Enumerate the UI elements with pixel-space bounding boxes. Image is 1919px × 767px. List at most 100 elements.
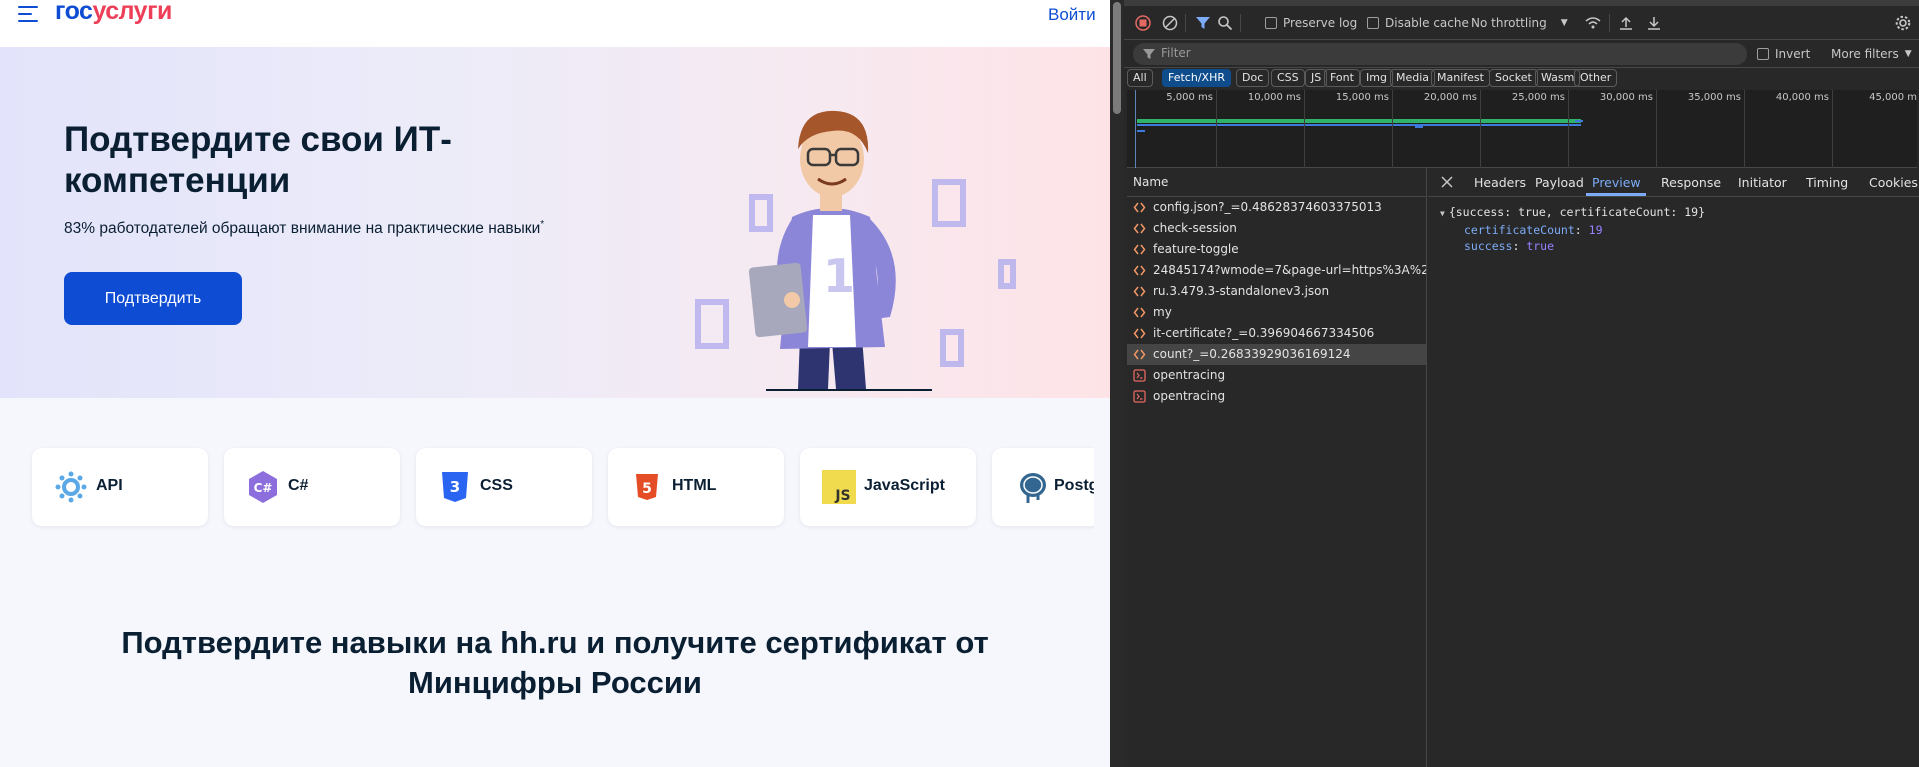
confirm-button[interactable]: Подтвердить — [64, 272, 242, 325]
request-row[interactable]: opentracing — [1127, 386, 1426, 407]
skill-label: JavaScript — [864, 477, 945, 494]
section-title: Подтвердите навыки на hh.ru и получите с… — [121, 625, 989, 700]
json-preview: ▼ {success: true, certificateCount: 19} c… — [1440, 204, 1705, 254]
skill-card-css[interactable]: 3 CSS — [416, 448, 592, 526]
page-scrollbar[interactable] — [1110, 0, 1124, 767]
type-filter-img[interactable]: Img — [1360, 69, 1393, 87]
skill-card-csharp[interactable]: C# C# — [224, 448, 400, 526]
skill-card-postgresql[interactable]: Postg — [992, 448, 1110, 526]
timeline-tick-label: 45,000 m — [1869, 92, 1917, 103]
name-column-header[interactable]: Name — [1127, 168, 1426, 197]
throttling-select[interactable]: No throttling ▼ — [1471, 15, 1568, 31]
more-filters-dropdown[interactable]: More filters ▼ — [1831, 46, 1912, 62]
api-icon — [55, 471, 87, 503]
javascript-icon: JS — [822, 470, 856, 504]
timeline-tick: 30,000 ms — [1600, 90, 1657, 168]
timeline-tick-label: 30,000 ms — [1599, 92, 1653, 103]
svg-text:C#: C# — [254, 481, 273, 495]
timeline-tick-label: 35,000 ms — [1687, 92, 1741, 103]
timeline-tick-label: 5,000 ms — [1166, 92, 1213, 103]
close-icon[interactable] — [1441, 176, 1453, 188]
request-list: Name config.json?_=0.48628374603375013ch… — [1127, 168, 1427, 767]
network-conditions-icon[interactable] — [1584, 15, 1602, 31]
gosuslugi-logo[interactable]: госуслуги — [55, 0, 172, 26]
timeline-start-marker — [1135, 90, 1136, 168]
type-filter-manifest[interactable]: Manifest — [1431, 69, 1490, 87]
request-name: opentracing — [1153, 389, 1226, 403]
type-filter-doc[interactable]: Doc — [1236, 69, 1270, 87]
expand-triangle-icon: ▼ — [1440, 209, 1445, 218]
request-name: config.json?_=0.48628374603375013 — [1153, 200, 1382, 214]
skill-card-api[interactable]: API — [32, 448, 208, 526]
web-page: госуслуги Войти Подтвердите свои ИТ-комп… — [0, 0, 1110, 767]
filter-icon[interactable] — [1195, 15, 1211, 31]
request-row[interactable]: ru.3.479.3-standalonev3.json — [1127, 281, 1426, 302]
request-name: count?_=0.26833929036169124 — [1153, 347, 1351, 361]
type-filter-socket[interactable]: Socket — [1489, 69, 1538, 87]
request-row[interactable]: 24845174?wmode=7&page-url=https%3A%2F%2.… — [1127, 260, 1426, 281]
request-row[interactable]: feature-toggle — [1127, 239, 1426, 260]
tab-payload[interactable]: Payload — [1535, 175, 1584, 190]
devtools-panel: Preserve log Disable cache No throttling… — [1124, 0, 1919, 767]
xhr-request-icon — [1133, 286, 1146, 297]
timeline-tick: 20,000 ms — [1424, 90, 1481, 168]
disable-cache-checkbox[interactable]: Disable cache — [1367, 15, 1469, 31]
type-filter-all[interactable]: All — [1127, 69, 1153, 87]
type-filter-fetchxhr[interactable]: Fetch/XHR — [1162, 69, 1231, 87]
timeline-tick: 25,000 ms — [1512, 90, 1569, 168]
search-icon[interactable] — [1217, 15, 1233, 31]
timeline-tick-label: 40,000 ms — [1775, 92, 1829, 103]
xhr-request-icon — [1133, 244, 1146, 255]
settings-gear-icon[interactable] — [1895, 15, 1911, 31]
scrollbar-thumb[interactable] — [1113, 2, 1121, 114]
filter-row: Filter Invert More filters ▼ — [1124, 40, 1919, 68]
import-har-icon[interactable] — [1618, 15, 1634, 31]
resource-type-filters: All Fetch/XHR Doc CSS JS Font Img Media Manifest… — [1124, 68, 1919, 90]
network-overview-timeline[interactable]: 5,000 ms 10,000 ms 15,000 ms 20,000 ms 25,00… — [1127, 90, 1917, 168]
type-filter-css[interactable]: CSS — [1271, 69, 1305, 87]
clear-icon[interactable] — [1162, 15, 1178, 31]
skill-card-javascript[interactable]: JS JavaScript — [800, 448, 976, 526]
timeline-tick: 5,000 ms — [1166, 90, 1217, 168]
skills-cutoff-mask — [1094, 438, 1110, 538]
invert-checkbox[interactable]: Invert — [1757, 46, 1810, 62]
request-row[interactable]: count?_=0.26833929036169124 — [1127, 344, 1426, 365]
preserve-log-checkbox[interactable]: Preserve log — [1265, 15, 1357, 31]
json-root-line[interactable]: ▼ {success: true, certificateCount: 19} — [1440, 204, 1705, 222]
request-name: it-certificate?_=0.396904667334506 — [1153, 326, 1375, 340]
request-name: ru.3.479.3-standalonev3.json — [1153, 284, 1330, 298]
request-row[interactable]: config.json?_=0.48628374603375013 — [1127, 197, 1426, 218]
skill-label: API — [96, 477, 123, 494]
tab-initiator[interactable]: Initiator — [1738, 175, 1787, 190]
tab-headers[interactable]: Headers — [1474, 175, 1526, 190]
menu-icon[interactable] — [18, 6, 38, 22]
type-filter-other[interactable]: Other — [1574, 69, 1618, 87]
request-row[interactable]: opentracing — [1127, 365, 1426, 386]
skill-label: C# — [288, 477, 309, 494]
html-icon: 5 — [636, 474, 658, 500]
timeline-bar-green — [1137, 119, 1581, 123]
type-filter-media[interactable]: Media — [1390, 69, 1436, 87]
skill-card-html[interactable]: 5 HTML — [608, 448, 784, 526]
timeline-tick: 40,000 ms — [1776, 90, 1833, 168]
tab-preview[interactable]: Preview — [1592, 175, 1641, 190]
request-row[interactable]: it-certificate?_=0.396904667334506 — [1127, 323, 1426, 344]
fetch-request-icon — [1133, 390, 1146, 403]
login-link[interactable]: Войти — [1048, 5, 1096, 25]
export-har-icon[interactable] — [1646, 15, 1662, 31]
request-detail-panel: Headers Payload Preview Response Initiator Ti… — [1428, 168, 1919, 767]
filter-input[interactable]: Filter — [1133, 43, 1747, 65]
site-header: госуслуги Войти — [0, 0, 1110, 47]
request-name: opentracing — [1153, 368, 1226, 382]
svg-text:1: 1 — [823, 249, 855, 303]
request-row[interactable]: my — [1127, 302, 1426, 323]
skills-section: API C# C# 3 CSS 5 HTML JS JavaScript Pos… — [0, 398, 1110, 767]
tab-response[interactable]: Response — [1661, 175, 1721, 190]
timeline-bar-small — [1137, 130, 1145, 132]
request-row[interactable]: check-session — [1127, 218, 1426, 239]
record-stop-icon[interactable] — [1135, 15, 1151, 31]
hero-banner: Подтвердите свои ИТ-компетенции 83% рабо… — [0, 47, 1110, 398]
type-filter-font[interactable]: Font — [1324, 69, 1360, 87]
tab-cookies[interactable]: Cookies — [1869, 175, 1918, 190]
tab-timing[interactable]: Timing — [1806, 175, 1848, 190]
